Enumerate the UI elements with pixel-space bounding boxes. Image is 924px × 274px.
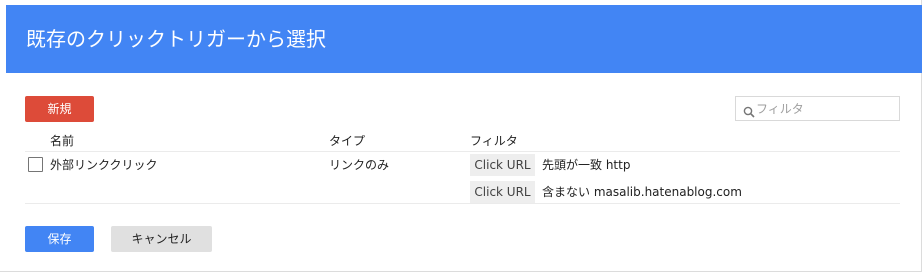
dialog-title: 既存のクリックトリガーから選択 bbox=[26, 27, 326, 51]
new-trigger-button[interactable]: 新規 bbox=[25, 96, 94, 122]
filter-search-box[interactable] bbox=[735, 96, 900, 121]
dialog-header: 既存のクリックトリガーから選択 bbox=[6, 5, 922, 73]
filter-condition: 含まない masalib.hatenablog.com bbox=[542, 185, 742, 199]
header-divider bbox=[25, 151, 900, 152]
filter-condition: 先頭が一致 http bbox=[542, 158, 631, 172]
column-header-filter: フィルタ bbox=[470, 134, 518, 148]
trigger-type: リンクのみ bbox=[329, 158, 390, 172]
cancel-button[interactable]: キャンセル bbox=[111, 226, 212, 252]
row-checkbox[interactable] bbox=[28, 157, 43, 172]
filter-input[interactable] bbox=[756, 100, 896, 118]
trigger-name[interactable]: 外部リンククリック bbox=[50, 157, 158, 173]
filter-variable-chip: Click URL bbox=[470, 181, 535, 203]
trigger-select-dialog: 既存のクリックトリガーから選択 新規 名前 タイプ フィルタ 外部リンククリック… bbox=[0, 0, 922, 272]
column-header-name[interactable]: 名前 bbox=[50, 133, 74, 149]
column-header-type[interactable]: タイプ bbox=[329, 133, 365, 149]
search-icon bbox=[743, 103, 755, 118]
filter-variable-chip: Click URL bbox=[470, 154, 535, 176]
save-button[interactable]: 保存 bbox=[25, 226, 94, 252]
row-divider bbox=[25, 203, 900, 204]
